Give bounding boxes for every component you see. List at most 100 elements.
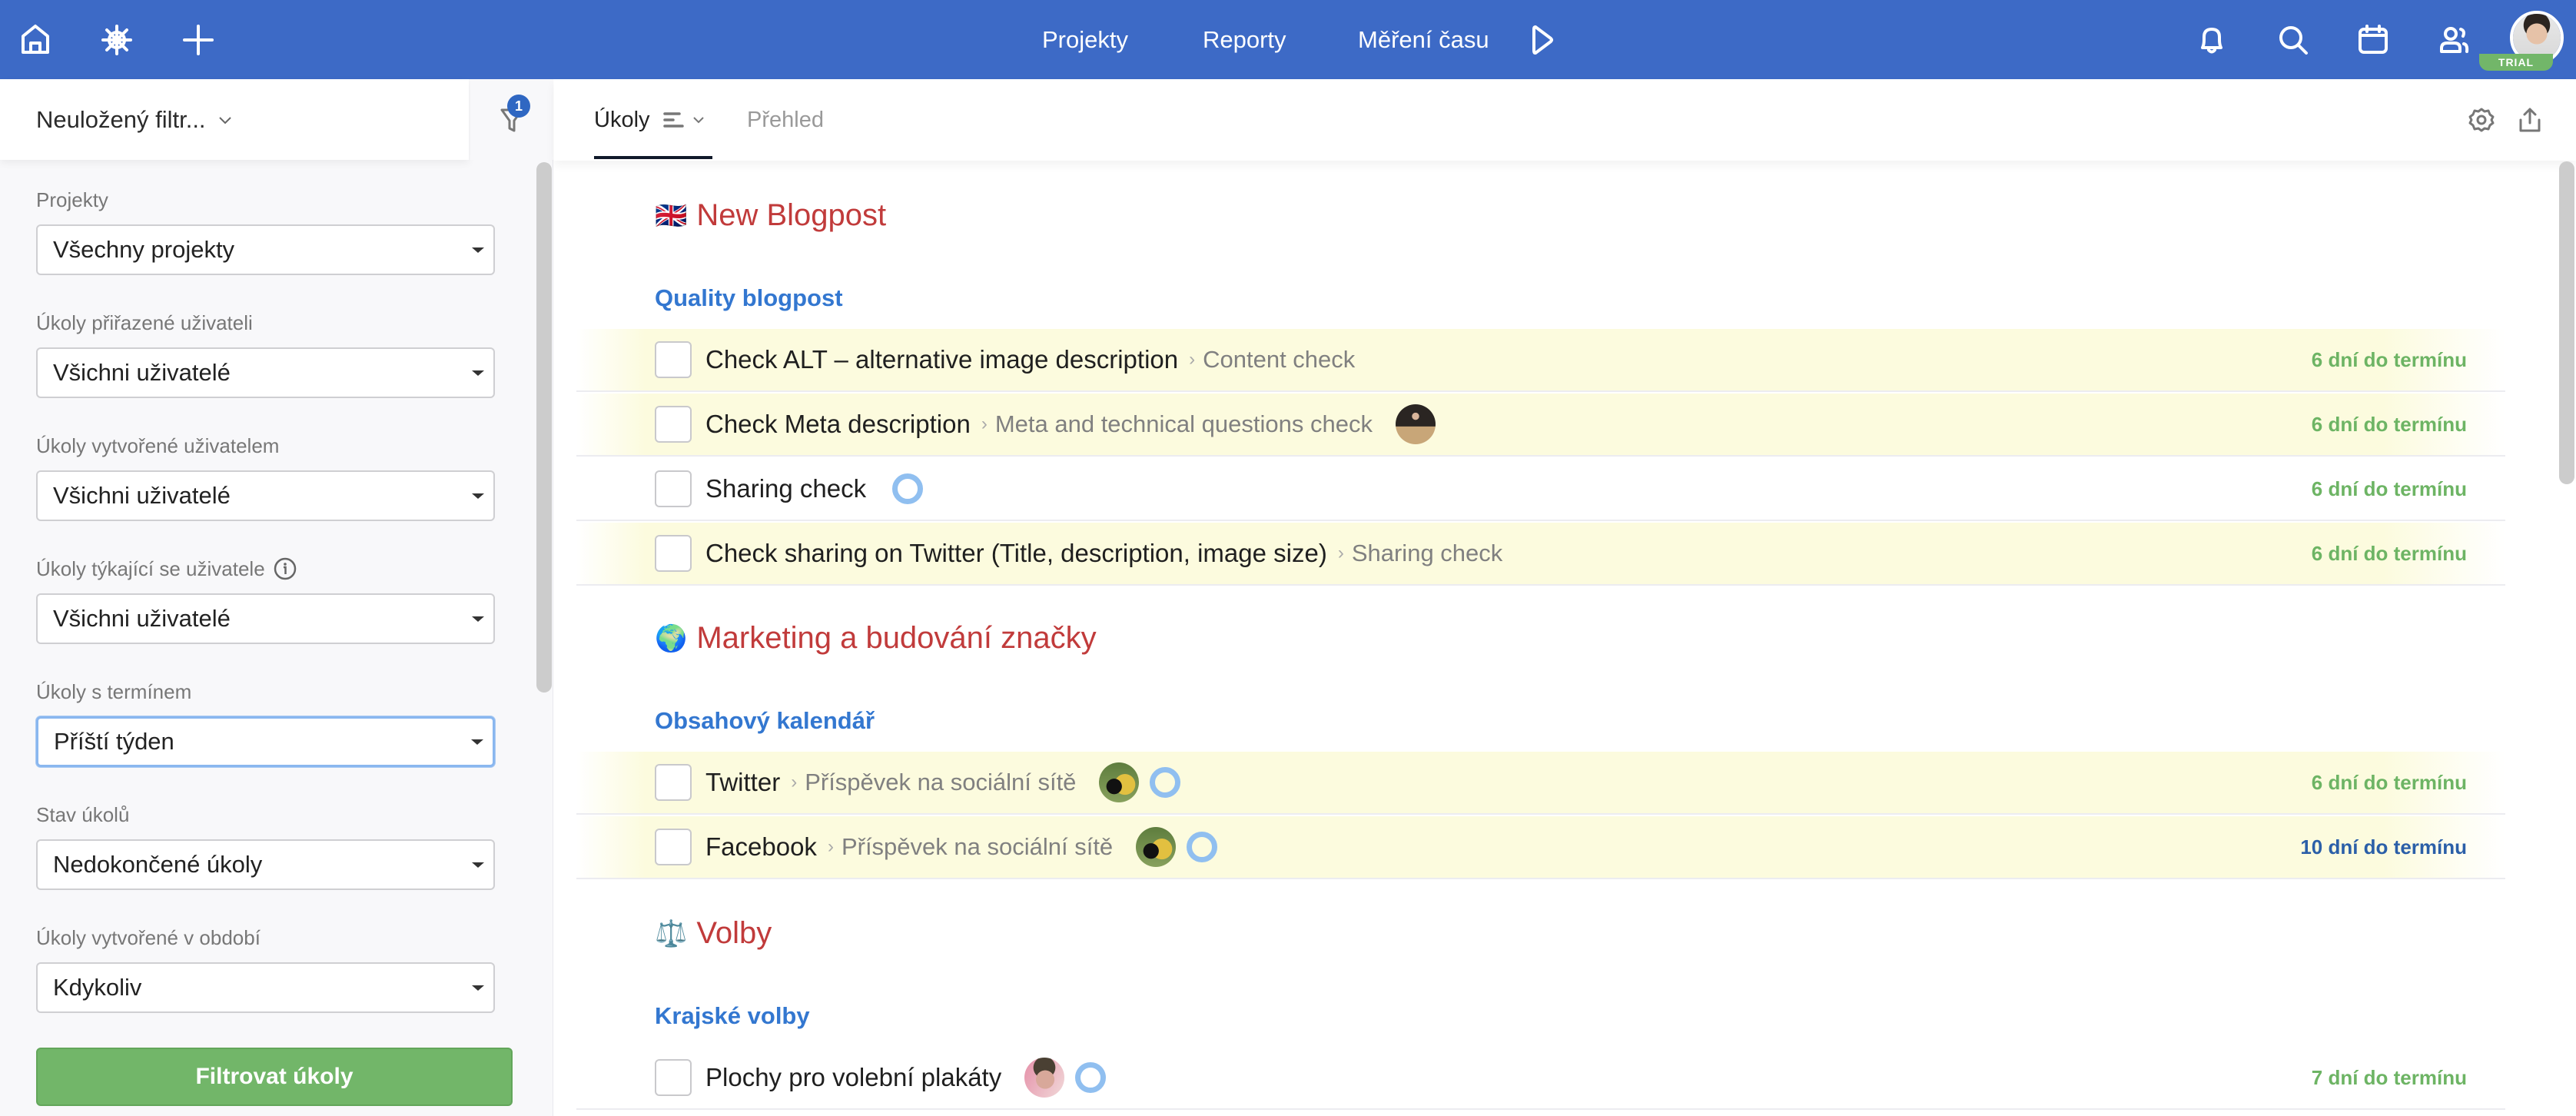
tab-ukoly[interactable]: Úkoly — [594, 79, 707, 161]
created-period-select[interactable]: Kdykoliv — [36, 962, 495, 1013]
due-label: 7 dní do termínu — [2311, 1065, 2467, 1089]
task-row: Facebook › Příspěvek na sociální sítě 10… — [576, 816, 2505, 879]
info-icon[interactable] — [273, 556, 297, 581]
due-label: 6 dní do termínu — [2311, 541, 2467, 565]
filter-due-date: Úkoly s termínem Příští týden — [36, 676, 495, 767]
task-name[interactable]: Check ALT – alternative image descriptio… — [705, 345, 1178, 374]
assignee-avatar[interactable] — [1024, 1058, 1065, 1098]
task-checkbox[interactable] — [655, 535, 692, 572]
nav-mereni-casu[interactable]: Měření času — [1358, 0, 1489, 79]
created-by-select[interactable]: Všichni uživatelé — [36, 470, 495, 521]
task-checkbox[interactable] — [655, 829, 692, 865]
task-checkbox[interactable] — [655, 1059, 692, 1096]
task-name[interactable]: Check Meta description — [705, 410, 971, 439]
field-label: Úkoly s termínem — [36, 679, 192, 703]
task-checkbox[interactable] — [655, 470, 692, 507]
filter-created-by: Úkoly vytvořené uživatelem Všichni uživa… — [36, 430, 495, 521]
filter-toggle-button[interactable] — [470, 79, 553, 160]
section-title[interactable]: Obsahový kalendář — [655, 707, 875, 735]
related-to-select[interactable]: Všichni uživatelé — [36, 593, 495, 644]
caret-down-icon — [472, 862, 484, 868]
select-value: Všichni uživatelé — [53, 482, 231, 509]
sidebar-scrollbar[interactable] — [536, 162, 552, 693]
nav-reporty[interactable]: Reporty — [1203, 0, 1286, 79]
chevron-down-icon — [218, 116, 231, 124]
filter-task-status: Stav úkolů Nedokončené úkoly — [36, 799, 495, 890]
nav-mereni-casu-label[interactable]: Měření času — [1358, 26, 1489, 54]
assignee-avatar[interactable] — [1099, 762, 1140, 802]
trial-badge: TRIAL — [2479, 54, 2553, 71]
play-timer-icon[interactable] — [1522, 18, 1565, 61]
subtask-progress-ring-icon — [1150, 767, 1181, 798]
task-name[interactable]: Facebook — [705, 832, 817, 862]
project-title-text: Volby — [696, 916, 772, 950]
project-title[interactable]: 🇬🇧 New Blogpost — [655, 198, 886, 233]
task-name[interactable]: Plochy pro volební plakáty — [705, 1063, 1001, 1092]
field-label: Stav úkolů — [36, 802, 130, 826]
filter-related-to: Úkoly týkající se uživatele Všichni uživ… — [36, 553, 495, 644]
projekty-select[interactable]: Všechny projekty — [36, 224, 495, 275]
assignee-avatar[interactable] — [1395, 404, 1436, 444]
task-name[interactable]: Sharing check — [705, 474, 866, 503]
assignee-avatar[interactable] — [1136, 827, 1177, 867]
bell-icon[interactable] — [2190, 18, 2233, 61]
task-name[interactable]: Twitter — [705, 768, 780, 797]
plus-icon[interactable] — [177, 18, 220, 61]
parent-task[interactable]: Meta and technical questions check — [995, 410, 1373, 438]
due-label: 6 dní do termínu — [2311, 412, 2467, 436]
task-checkbox[interactable] — [655, 406, 692, 443]
parent-task[interactable]: Příspěvek na sociální sítě — [842, 833, 1113, 861]
task-row: Twitter › Příspěvek na sociální sítě 6 d… — [576, 752, 2505, 815]
select-value: Příští týden — [54, 728, 174, 755]
home-icon[interactable] — [14, 18, 57, 61]
section-title[interactable]: Quality blogpost — [655, 284, 843, 312]
project-title[interactable]: 🌍 Marketing a budování značky — [655, 621, 1097, 656]
nav-projekty[interactable]: Projekty — [1042, 0, 1128, 79]
field-label: Úkoly týkající se uživatele — [36, 553, 495, 584]
chevron-down-icon[interactable] — [690, 111, 707, 128]
view-list-icon[interactable] — [662, 110, 685, 130]
nav-projekty-label[interactable]: Projekty — [1042, 26, 1128, 54]
tab-prehled[interactable]: Přehled — [747, 79, 824, 161]
helm-icon[interactable] — [95, 18, 138, 61]
main-header: Úkoly Přehled — [554, 79, 2576, 161]
project-title-text: Marketing a budování značky — [696, 621, 1097, 655]
tab-ukoly-label: Úkoly — [594, 107, 650, 132]
task-name[interactable]: Check sharing on Twitter (Title, descrip… — [705, 539, 1327, 568]
task-row: Plochy pro volební plakáty 7 dní do term… — [576, 1047, 2505, 1110]
export-share-icon[interactable] — [2516, 106, 2544, 134]
saved-filter-dropdown[interactable]: Neuložený filtr... — [0, 79, 469, 160]
scales-icon: ⚖️ — [655, 918, 688, 948]
due-date-select[interactable]: Příští týden — [36, 716, 495, 767]
saved-filter-name: Neuložený filtr... — [36, 105, 206, 133]
breadcrumb-chevron-icon: › — [1189, 349, 1196, 370]
select-value: Kdykoliv — [53, 974, 142, 1001]
filter-created-period: Úkoly vytvořené v období Kdykoliv — [36, 922, 495, 1013]
filter-assigned-to: Úkoly přiřazené uživateli Všichni uživat… — [36, 307, 495, 398]
search-icon[interactable] — [2272, 18, 2315, 61]
active-tab-indicator — [594, 156, 712, 159]
section-title[interactable]: Krajské volby — [655, 1002, 810, 1030]
parent-task[interactable]: Příspěvek na sociální sítě — [805, 769, 1076, 796]
parent-task[interactable]: Content check — [1203, 346, 1355, 374]
calendar-icon[interactable] — [2352, 18, 2395, 61]
filter-tasks-button[interactable]: Filtrovat úkoly — [36, 1048, 513, 1106]
task-checkbox[interactable] — [655, 764, 692, 801]
project-title[interactable]: ⚖️ Volby — [655, 916, 772, 951]
users-icon[interactable] — [2433, 18, 2476, 61]
nav-reporty-label[interactable]: Reporty — [1203, 26, 1286, 54]
breadcrumb-chevron-icon: › — [827, 836, 834, 857]
settings-gear-icon[interactable] — [2468, 106, 2495, 134]
task-status-select[interactable]: Nedokončené úkoly — [36, 839, 495, 890]
main-scrollbar[interactable] — [2559, 161, 2574, 484]
task-row: Check sharing on Twitter (Title, descrip… — [576, 523, 2505, 586]
parent-task[interactable]: Sharing check — [1352, 540, 1502, 567]
active-filter-count-badge: 1 — [507, 95, 530, 118]
flag-uk-icon: 🇬🇧 — [655, 201, 688, 231]
filter-sidebar: Neuložený filtr... 1 Projekty Všechny pr… — [0, 79, 553, 1116]
subtask-progress-ring-icon — [1075, 1062, 1107, 1093]
assigned-to-select[interactable]: Všichni uživatelé — [36, 347, 495, 398]
due-label: 6 dní do termínu — [2311, 347, 2467, 371]
task-checkbox[interactable] — [655, 341, 692, 378]
field-label: Úkoly vytvořené uživatelem — [36, 433, 280, 457]
